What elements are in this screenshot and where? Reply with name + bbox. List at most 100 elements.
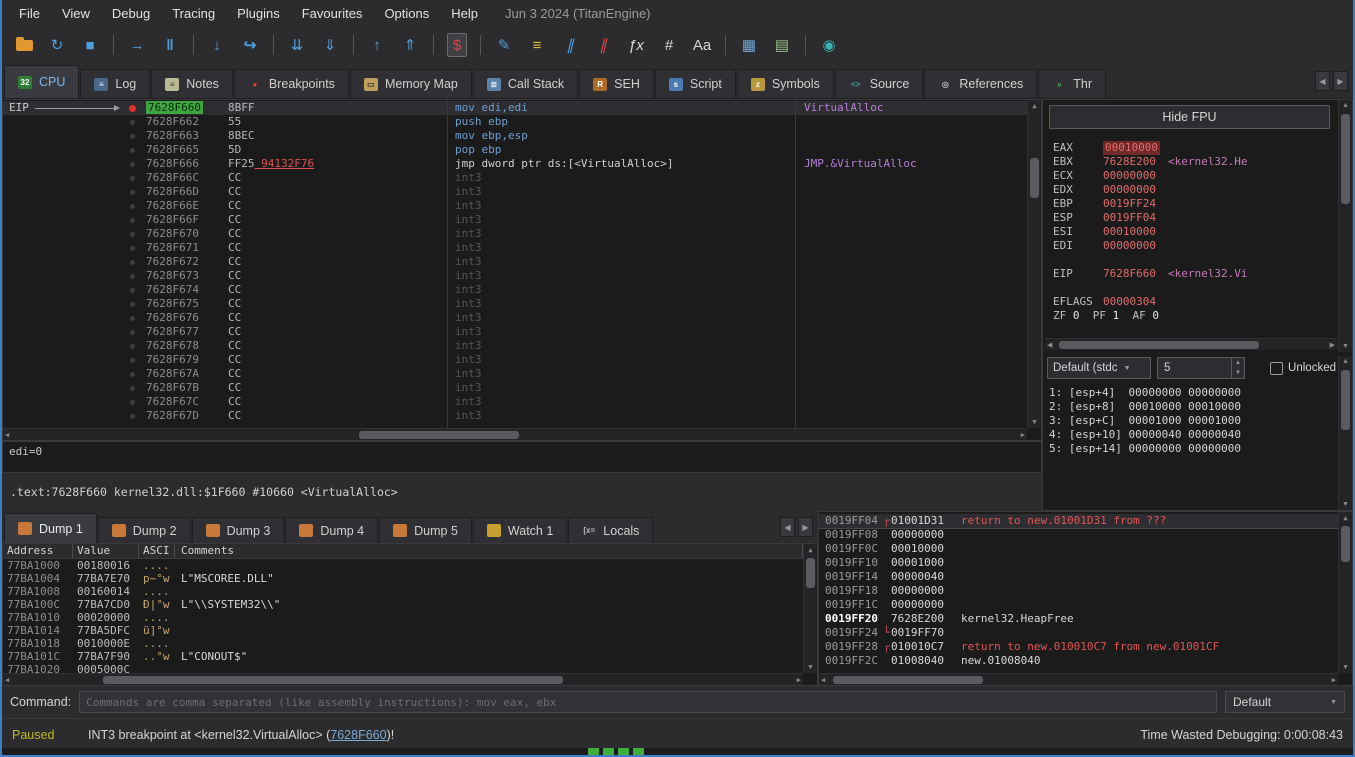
stack-row[interactable]: 0019FF1000001000 [819, 556, 1338, 570]
menu-favourites[interactable]: Favourites [291, 2, 374, 25]
registers-vscrollbar[interactable]: ▲ ▼ [1338, 100, 1352, 352]
tab-cpu[interactable]: 32CPU [4, 65, 79, 98]
disasm-vscrollbar[interactable]: ▲ ▼ [1027, 100, 1041, 428]
register-row[interactable]: EIP7628F660<kernel32.Vi [1053, 267, 1352, 281]
disasm-row[interactable]: 7628F67BCCint3 [3, 381, 1027, 395]
disasm-row[interactable]: 7628F677CCint3 [3, 325, 1027, 339]
menu-view[interactable]: View [51, 2, 101, 25]
spin-down-icon[interactable]: ▼ [1235, 370, 1241, 376]
stack-row[interactable]: 0019FF28┌010010C7return to new.010010C7 … [819, 640, 1338, 654]
stack-hscrollbar[interactable]: ◀ ▶ [819, 673, 1338, 685]
stack-row[interactable]: 0019FF24└0019FF70 [819, 626, 1338, 640]
stack-row[interactable]: 0019FF1800000000 [819, 584, 1338, 598]
breakpoint-address-link[interactable]: 7628F660 [330, 728, 386, 742]
stack-vscrollbar[interactable]: ▲ ▼ [1338, 512, 1352, 673]
scrollbar-thumb[interactable] [1030, 158, 1039, 198]
scroll-down-icon[interactable]: ▼ [1343, 663, 1347, 671]
disasm-row[interactable]: 7628F674CCint3 [3, 283, 1027, 297]
bottom-tab-dump-1[interactable]: Dump 1 [4, 513, 97, 543]
scroll-up-icon[interactable]: ▲ [1342, 102, 1349, 109]
dump-hscrollbar[interactable]: ◀ ▶ [3, 673, 803, 685]
bottom-tab-dump-2[interactable]: Dump 2 [98, 517, 191, 543]
dump-header-address[interactable]: Address [3, 544, 73, 558]
tab-thr[interactable]: »Thr [1038, 69, 1106, 98]
register-row[interactable]: ECX00000000 [1053, 169, 1352, 183]
scroll-left-icon[interactable]: ◀ [1047, 341, 1052, 349]
tab-call-stack[interactable]: ≣Call Stack [473, 69, 578, 98]
scroll-right-icon[interactable]: ▶ [1333, 71, 1348, 91]
scrollbar-thumb[interactable] [1341, 114, 1350, 204]
scroll-up-icon[interactable]: ▲ [1343, 514, 1347, 522]
disasm-hscrollbar[interactable]: ◀ ▶ [3, 428, 1027, 440]
scroll-right-icon[interactable]: ▶ [1330, 341, 1335, 349]
disasm-row[interactable]: 7628F675CCint3 [3, 297, 1027, 311]
tab-notes[interactable]: ≡Notes [151, 69, 233, 98]
dump-row[interactable]: 77BA10200005000C [3, 663, 803, 673]
hide-fpu-button[interactable]: Hide FPU [1049, 105, 1330, 129]
stop-icon[interactable]: ■ [80, 33, 100, 57]
bottom-tab-locals[interactable]: [x=Locals [568, 517, 653, 543]
calling-convention-select[interactable]: Default (stdc ▼ [1047, 357, 1151, 379]
scroll-right-icon[interactable]: ▶ [1332, 676, 1336, 684]
dump-header-asci[interactable]: ASCI [139, 544, 175, 558]
dump-row[interactable]: 77BA100000180016.... [3, 559, 803, 572]
spin-up-icon[interactable]: ▲ [1235, 360, 1241, 366]
disasm-row[interactable]: 7628F672CCint3 [3, 255, 1027, 269]
scroll-right-icon[interactable]: ▶ [798, 517, 813, 537]
disasm-row[interactable]: 7628F66FCCint3 [3, 213, 1027, 227]
bottom-tab-watch-1[interactable]: Watch 1 [473, 517, 567, 543]
tab-breakpoints[interactable]: ●Breakpoints [234, 69, 349, 98]
scrollbar-thumb[interactable] [103, 676, 563, 684]
menu-debug[interactable]: Debug [101, 2, 161, 25]
highlight-icon[interactable]: ≡ [527, 33, 547, 57]
disasm-row[interactable]: 7628F67ACCint3 [3, 367, 1027, 381]
stack-row[interactable]: 0019FF0800000000 [819, 528, 1338, 542]
trace-into-icon[interactable]: ⇊ [287, 33, 307, 57]
tab-references[interactable]: ◎References [924, 69, 1037, 98]
register-row[interactable]: EAX00010000 [1053, 141, 1352, 155]
scrollbar-thumb[interactable] [1341, 370, 1350, 430]
scroll-down-icon[interactable]: ▼ [1342, 343, 1349, 350]
argument-count-spinner[interactable]: 5 ▲ ▼ [1157, 357, 1245, 379]
disasm-row[interactable]: 7628F66CCCint3 [3, 171, 1027, 185]
disasm-row[interactable]: 7628F670CCint3 [3, 227, 1027, 241]
bookmark-red-icon[interactable]: ∥ [593, 33, 613, 57]
bottom-tab-dump-3[interactable]: Dump 3 [192, 517, 285, 543]
menu-help[interactable]: Help [440, 2, 489, 25]
dump-vscrollbar[interactable]: ▲ ▼ [803, 544, 817, 673]
menu-plugins[interactable]: Plugins [226, 2, 291, 25]
disasm-row[interactable]: 7628F66255push ebp [3, 115, 1027, 129]
command-profile-select[interactable]: Default ▼ [1225, 691, 1345, 713]
disasm-row[interactable]: 7628F671CCint3 [3, 241, 1027, 255]
dump-row[interactable]: 77BA100800160014.... [3, 585, 803, 598]
dump-row[interactable]: 77BA101477BA5DFCü]°w [3, 624, 803, 637]
disasm-row[interactable]: 7628F666FF25 94132F76jmp dword ptr ds:[<… [3, 157, 1027, 171]
register-row[interactable]: EDI00000000 [1053, 239, 1352, 253]
scroll-down-icon[interactable]: ▼ [1342, 501, 1349, 508]
function-icon[interactable]: ƒx [626, 33, 646, 57]
stack-row[interactable]: 0019FF1400000040 [819, 570, 1338, 584]
dump-header-comments[interactable]: Comments [175, 544, 803, 558]
scroll-left-icon[interactable]: ◀ [821, 676, 825, 684]
disasm-row[interactable]: 7628F67DCCint3 [3, 409, 1027, 423]
scroll-left-icon[interactable]: ◀ [780, 517, 795, 537]
stack-row[interactable]: 0019FF207628E200kernel32.HeapFree [819, 612, 1338, 626]
bottom-tab-dump-5[interactable]: Dump 5 [379, 517, 472, 543]
stack-row[interactable]: 0019FF0C00010000 [819, 542, 1338, 556]
register-row[interactable]: ESP0019FF04 [1053, 211, 1352, 225]
pause-icon[interactable]: ‖ [160, 33, 180, 57]
scroll-up-icon[interactable]: ▲ [1342, 358, 1349, 365]
report-icon[interactable]: ▤ [772, 33, 792, 57]
argument-row[interactable]: 5: [esp+14] 00000000 00000000 [1045, 442, 1336, 456]
scroll-left-icon[interactable]: ◀ [1315, 71, 1330, 91]
tab-log[interactable]: ≡Log [80, 69, 150, 98]
dump-row[interactable]: 77BA101000020000.... [3, 611, 803, 624]
hash-icon[interactable]: # [659, 33, 679, 57]
scroll-left-icon[interactable]: ◀ [5, 676, 9, 684]
argument-row[interactable]: 3: [esp+C] 00001000 00001000 [1045, 414, 1336, 428]
tab-script[interactable]: sScript [655, 69, 736, 98]
register-row[interactable]: EFLAGS00000304 [1053, 295, 1352, 309]
tab-seh[interactable]: RSEH [579, 69, 654, 98]
scroll-right-icon[interactable]: ▶ [797, 676, 801, 684]
disasm-row[interactable]: 7628F673CCint3 [3, 269, 1027, 283]
